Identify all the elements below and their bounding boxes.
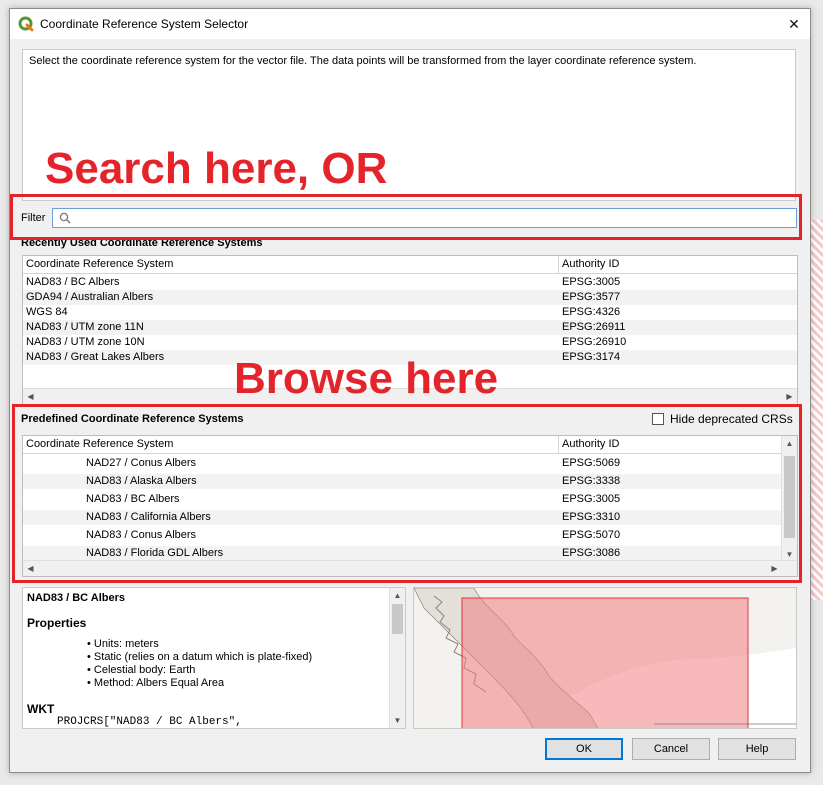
table-row[interactable]: NAD83 / UTM zone 10N EPSG:26910 [23, 335, 797, 350]
qgis-logo-icon [18, 16, 34, 32]
map-canvas [414, 588, 796, 728]
close-button[interactable]: ✕ [778, 9, 810, 39]
description-text: Select the coordinate reference system f… [29, 55, 697, 67]
ok-button[interactable]: OK [545, 738, 623, 760]
recent-col-authority[interactable]: Authority ID [562, 258, 619, 270]
window-title: Coordinate Reference System Selector [40, 17, 249, 31]
help-button[interactable]: Help [718, 738, 796, 760]
cancel-button[interactable]: Cancel [632, 738, 710, 760]
crs-extent-rect [461, 597, 749, 728]
scroll-down-icon[interactable]: ▼ [390, 713, 405, 728]
scroll-up-icon[interactable]: ▲ [390, 588, 405, 603]
search-annotation: Search here, OR [45, 144, 388, 193]
scroll-left-icon[interactable]: ◀ [23, 389, 38, 404]
crs-selector-dialog: Coordinate Reference System Selector ✕ S… [9, 8, 811, 773]
wkt-text: PROJCRS["NAD83 / BC Albers", [57, 716, 242, 728]
search-highlight-box [10, 194, 802, 240]
list-item: • Static (relies on a datum which is pla… [87, 651, 313, 663]
properties-title: Properties [27, 616, 87, 630]
list-item: • Units: meters [87, 638, 159, 650]
table-row[interactable]: WGS 84 EPSG:4326 [23, 305, 797, 320]
details-vertical-scrollbar[interactable]: ▲ ▼ [389, 588, 405, 728]
table-row[interactable]: NAD83 / BC Albers EPSG:3005 [23, 275, 797, 290]
scroll-right-icon[interactable]: ▶ [782, 389, 797, 404]
list-item: • Method: Albers Equal Area [87, 677, 225, 689]
list-item: • Celestial body: Earth [87, 664, 196, 676]
title-bar: Coordinate Reference System Selector ✕ [10, 9, 810, 39]
recent-col-crs[interactable]: Coordinate Reference System [26, 258, 173, 270]
browse-annotation: Browse here [234, 354, 499, 403]
table-row[interactable]: NAD83 / UTM zone 11N EPSG:26911 [23, 320, 797, 335]
scroll-thumb[interactable] [392, 604, 403, 634]
recent-table-header: Coordinate Reference System Authority ID [23, 256, 797, 274]
properties-list: • Units: meters • Static (relies on a da… [87, 638, 312, 690]
wkt-title: WKT [27, 702, 55, 716]
crs-name: NAD83 / BC Albers [27, 592, 126, 604]
extent-map-preview[interactable] [413, 587, 797, 729]
crs-details-panel: NAD83 / BC Albers Properties • Units: me… [22, 587, 406, 729]
table-row[interactable]: GDA94 / Australian Albers EPSG:3577 [23, 290, 797, 305]
browse-highlight-box [12, 404, 802, 583]
